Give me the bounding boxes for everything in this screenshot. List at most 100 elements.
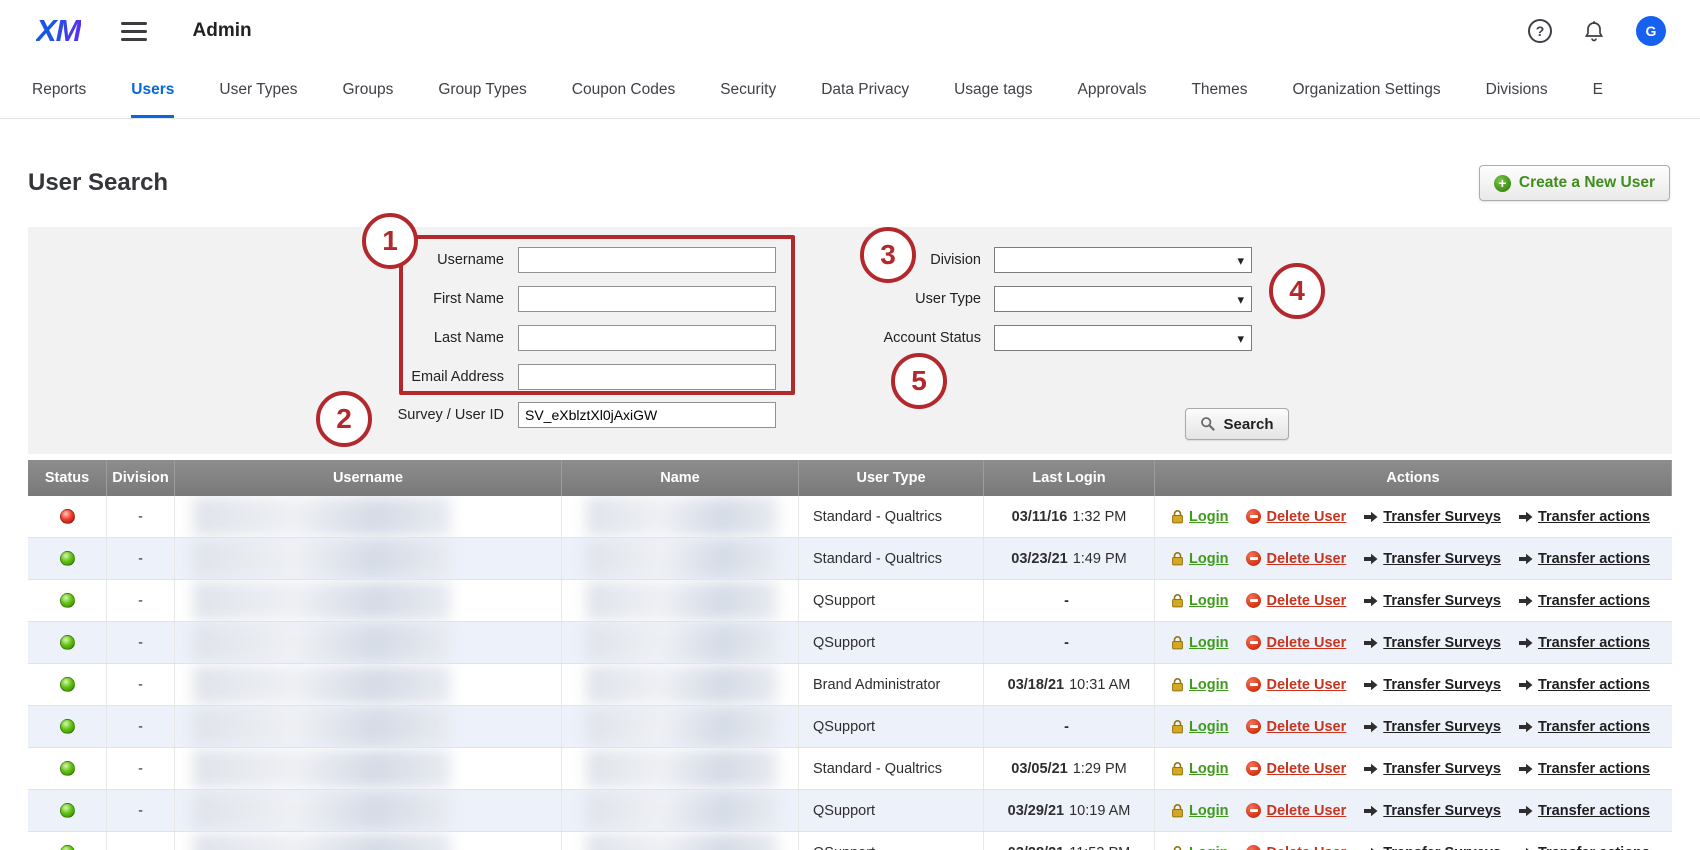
transfer-arrow-icon	[1519, 637, 1533, 649]
name-cell	[562, 664, 799, 705]
division-select[interactable]: ▾	[994, 247, 1252, 273]
transfer-actions-link[interactable]: Transfer actions	[1538, 803, 1650, 819]
nav-tab[interactable]: Usage tags	[954, 62, 1032, 118]
transfer-surveys-link[interactable]: Transfer Surveys	[1383, 803, 1501, 819]
transfer-actions-link[interactable]: Transfer actions	[1538, 551, 1650, 567]
username-input[interactable]	[518, 247, 776, 273]
actions-cell: Login Delete User Transfer Surveys	[1155, 706, 1672, 747]
user-search-panel: Username First Name Last Name Email Addr…	[28, 227, 1672, 454]
nav-tab[interactable]: Themes	[1191, 62, 1247, 118]
delete-user-link[interactable]: Delete User	[1266, 845, 1346, 850]
table-header-cell: Status	[28, 460, 107, 496]
transfer-surveys-link[interactable]: Transfer Surveys	[1383, 509, 1501, 525]
nav-tab[interactable]: Security	[720, 62, 776, 118]
plus-icon: +	[1494, 175, 1511, 192]
last-name-input[interactable]	[518, 325, 776, 351]
login-link[interactable]: Login	[1189, 551, 1228, 567]
login-link[interactable]: Login	[1189, 719, 1228, 735]
delete-user-link[interactable]: Delete User	[1266, 635, 1346, 651]
user-type-cell: QSupport	[799, 832, 984, 850]
username-redacted	[193, 665, 451, 705]
name-redacted	[586, 707, 778, 747]
delete-user-link[interactable]: Delete User	[1266, 509, 1346, 525]
username-redacted	[193, 749, 451, 789]
lock-icon	[1171, 845, 1184, 850]
login-link[interactable]: Login	[1189, 677, 1228, 693]
table-row: - Standard - Qualtrics 03/05/21 1:29 PM	[28, 748, 1672, 790]
transfer-actions-link[interactable]: Transfer actions	[1538, 845, 1650, 850]
user-type-select[interactable]: ▾	[994, 286, 1252, 312]
delete-icon	[1246, 677, 1261, 692]
table-body: - Standard - Qualtrics 03/11/16 1:32 PM	[28, 496, 1672, 850]
transfer-actions-link[interactable]: Transfer actions	[1538, 677, 1650, 693]
nav-tab[interactable]: Data Privacy	[821, 62, 909, 118]
help-icon[interactable]: ?	[1528, 19, 1552, 43]
search-button[interactable]: Search	[1185, 408, 1289, 440]
transfer-surveys-link[interactable]: Transfer Surveys	[1383, 593, 1501, 609]
login-link[interactable]: Login	[1189, 593, 1228, 609]
delete-user-link[interactable]: Delete User	[1266, 551, 1346, 567]
transfer-surveys-link[interactable]: Transfer Surveys	[1383, 635, 1501, 651]
name-redacted	[586, 791, 778, 831]
user-type-label: User Type	[795, 286, 981, 312]
first-name-input[interactable]	[518, 286, 776, 312]
delete-user-link[interactable]: Delete User	[1266, 803, 1346, 819]
nav-tab[interactable]: Coupon Codes	[572, 62, 675, 118]
login-link[interactable]: Login	[1189, 845, 1228, 850]
transfer-actions-link[interactable]: Transfer actions	[1538, 719, 1650, 735]
transfer-arrow-icon	[1364, 763, 1378, 775]
lock-icon	[1171, 719, 1184, 734]
transfer-arrow-icon	[1519, 721, 1533, 733]
transfer-surveys-link[interactable]: Transfer Surveys	[1383, 551, 1501, 567]
username-cell	[175, 496, 562, 537]
status-cell	[28, 496, 107, 537]
nav-tab[interactable]: Users	[131, 62, 174, 118]
nav-tab[interactable]: Reports	[32, 62, 86, 118]
login-link[interactable]: Login	[1189, 509, 1228, 525]
nav-tab[interactable]: Divisions	[1486, 62, 1548, 118]
lock-icon	[1171, 803, 1184, 818]
email-address-input[interactable]	[518, 364, 776, 390]
status-cell	[28, 664, 107, 705]
transfer-surveys-link[interactable]: Transfer Surveys	[1383, 719, 1501, 735]
survey-user-id-input[interactable]	[518, 402, 776, 428]
nav-tab[interactable]: Organization Settings	[1292, 62, 1440, 118]
table-header-cell: Last Login	[984, 460, 1155, 496]
delete-user-link[interactable]: Delete User	[1266, 593, 1346, 609]
nav-tab[interactable]: Group Types	[438, 62, 526, 118]
division-cell: -	[107, 580, 175, 621]
nav-tab[interactable]: Groups	[342, 62, 393, 118]
transfer-surveys-link[interactable]: Transfer Surveys	[1383, 761, 1501, 777]
transfer-surveys-link[interactable]: Transfer Surveys	[1383, 845, 1501, 850]
delete-user-link[interactable]: Delete User	[1266, 719, 1346, 735]
transfer-actions-link[interactable]: Transfer actions	[1538, 593, 1650, 609]
division-cell: -	[107, 622, 175, 663]
status-indicator	[60, 551, 75, 566]
actions-cell: Login Delete User Transfer Surveys	[1155, 496, 1672, 537]
nav-tab[interactable]: Approvals	[1078, 62, 1147, 118]
delete-icon	[1246, 551, 1261, 566]
account-status-select[interactable]: ▾	[994, 325, 1252, 351]
delete-user-link[interactable]: Delete User	[1266, 761, 1346, 777]
hamburger-menu-icon[interactable]	[121, 22, 147, 41]
login-link[interactable]: Login	[1189, 761, 1228, 777]
lock-icon	[1171, 677, 1184, 692]
transfer-actions-link[interactable]: Transfer actions	[1538, 635, 1650, 651]
login-link[interactable]: Login	[1189, 635, 1228, 651]
user-type-cell: QSupport	[799, 706, 984, 747]
login-link[interactable]: Login	[1189, 803, 1228, 819]
transfer-surveys-link[interactable]: Transfer Surveys	[1383, 677, 1501, 693]
nav-tab[interactable]: User Types	[219, 62, 297, 118]
transfer-actions-link[interactable]: Transfer actions	[1538, 761, 1650, 777]
status-indicator	[60, 635, 75, 650]
delete-user-link[interactable]: Delete User	[1266, 677, 1346, 693]
last-login-cell: 03/05/21 1:29 PM	[984, 748, 1155, 789]
user-avatar[interactable]: G	[1636, 16, 1666, 46]
create-new-user-button[interactable]: + Create a New User	[1479, 165, 1670, 201]
transfer-actions-link[interactable]: Transfer actions	[1538, 509, 1650, 525]
notifications-bell-icon[interactable]	[1582, 19, 1606, 43]
xm-logo[interactable]: XM	[36, 13, 81, 49]
delete-icon	[1246, 635, 1261, 650]
division-cell: -	[107, 496, 175, 537]
nav-tab[interactable]: E	[1593, 62, 1603, 118]
